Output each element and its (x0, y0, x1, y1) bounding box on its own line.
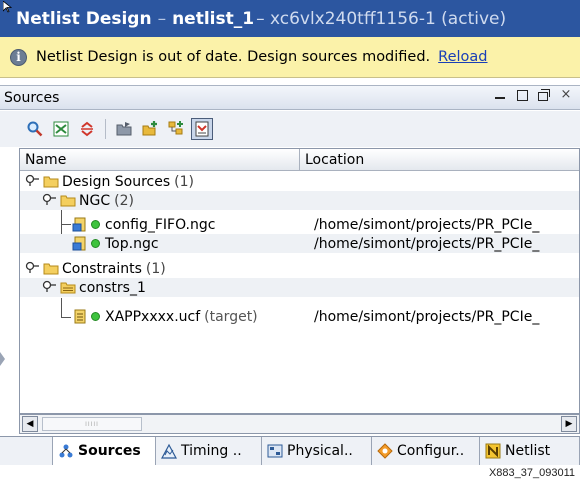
scroll-right-icon[interactable]: ▶ (561, 416, 577, 432)
close-icon[interactable]: × (560, 88, 572, 102)
tab-label: Sources (78, 443, 141, 459)
device-part: – xc6vlx240tff1156-1 (active) (256, 8, 507, 29)
tab-timing[interactable]: Timing .. (156, 437, 262, 465)
expand-toggle-icon[interactable] (25, 174, 41, 190)
panel-title: Sources (4, 89, 60, 106)
tree-row[interactable]: XAPPxxxx.ucf (target) /home/simont/proje… (20, 307, 579, 326)
tree-row[interactable]: Constraints (1) (20, 259, 579, 278)
tab-label: Physical.. (287, 443, 353, 459)
netlist-design-window: Netlist Design – netlist_1 – xc6vlx240tf… (0, 0, 580, 465)
maximize-icon[interactable] (516, 88, 528, 102)
resize-grip-icon[interactable] (0, 352, 5, 366)
row-name: Constraints (62, 260, 142, 277)
title-separator: – (157, 8, 167, 29)
table-header: Name Location (20, 149, 579, 171)
scroll-left-icon[interactable]: ◀ (22, 416, 38, 432)
add-sources-icon[interactable] (139, 118, 161, 140)
timing-tab-icon (161, 443, 177, 459)
row-name: NGC (79, 192, 111, 209)
sources-tree-table[interactable]: Name Location Design Sources (1) NGC (2)… (19, 148, 580, 414)
row-name: constrs_1 (79, 279, 146, 296)
tab-label: Timing .. (181, 443, 242, 459)
toolbar-separator (105, 119, 106, 139)
tab-label: Configur.. (397, 443, 465, 459)
bottom-tab-bar: Sources Timing .. Physical.. Configur.. … (0, 436, 580, 465)
ngc-file-icon (72, 236, 88, 252)
row-name: Design Sources (62, 173, 171, 190)
search-icon[interactable] (24, 118, 46, 140)
target-tag: (target) (204, 308, 258, 325)
sources-tab-icon (58, 443, 74, 459)
row-name: config_FIFO.ngc (105, 216, 216, 233)
sources-panel-header: Sources × (0, 85, 580, 110)
tab-netlist[interactable]: Netlist (480, 437, 580, 465)
tree-row[interactable]: NGC (2) (20, 191, 579, 210)
float-icon[interactable] (538, 88, 550, 102)
panel-window-controls: × (494, 88, 572, 102)
reload-link[interactable]: Reload (438, 49, 487, 65)
scrollbar-thumb[interactable]: IIIII (42, 417, 142, 431)
row-name: Top.ngc (105, 235, 159, 252)
info-icon: i (10, 48, 27, 66)
configuration-tab-icon (377, 443, 393, 459)
expand-all-icon[interactable] (76, 118, 98, 140)
tab-sources[interactable]: Sources (52, 437, 156, 465)
horizontal-scrollbar[interactable]: ◀ IIIII ▶ (19, 414, 580, 434)
status-dot-icon (91, 312, 100, 321)
tree-row[interactable]: Top.ngc /home/simont/projects/PR_PCIe_ (20, 234, 579, 253)
minimize-icon[interactable] (494, 88, 506, 102)
hierarchy-update-icon[interactable] (165, 118, 187, 140)
ucf-file-icon (72, 309, 88, 325)
expand-toggle-icon[interactable] (42, 193, 58, 209)
folder-icon (43, 174, 59, 190)
expand-toggle-icon[interactable] (25, 261, 41, 277)
window-title: Netlist Design (16, 8, 152, 29)
out-of-date-banner: i Netlist Design is out of date. Design … (0, 37, 580, 78)
tree-row[interactable]: constrs_1 (20, 278, 579, 297)
row-location: /home/simont/projects/PR_PCIe_ (314, 216, 540, 233)
ngc-file-icon (72, 217, 88, 233)
row-count: (1) (145, 260, 166, 277)
row-location: /home/simont/projects/PR_PCIe_ (314, 308, 540, 325)
column-name-header[interactable]: Name (20, 149, 300, 170)
sources-toolbar (0, 111, 580, 147)
status-dot-icon (91, 220, 100, 229)
constraint-set-icon (60, 280, 76, 296)
column-location-header[interactable]: Location (300, 149, 579, 170)
open-file-icon[interactable] (113, 118, 135, 140)
row-count: (2) (114, 192, 134, 209)
folder-icon (43, 261, 59, 277)
row-location: /home/simont/projects/PR_PCIe_ (314, 235, 540, 252)
netlist-tab-icon (485, 443, 501, 459)
collapse-all-icon[interactable] (50, 118, 72, 140)
tab-configuration[interactable]: Configur.. (372, 437, 480, 465)
folder-icon (60, 193, 76, 209)
figure-code: X883_37_093011 (488, 467, 575, 479)
row-count: (1) (174, 173, 195, 190)
tree-row[interactable]: Design Sources (1) (20, 172, 579, 191)
row-name: XAPPxxxx.ucf (105, 308, 201, 325)
show-files-icon[interactable] (191, 118, 213, 140)
netlist-name: netlist_1 (172, 8, 255, 29)
physical-tab-icon (267, 443, 283, 459)
tab-physical[interactable]: Physical.. (262, 437, 372, 465)
mouse-cursor-icon (3, 1, 12, 13)
expand-toggle-icon[interactable] (42, 280, 58, 296)
window-title-bar[interactable]: Netlist Design – netlist_1 – xc6vlx240tf… (0, 0, 580, 37)
tree-row[interactable]: config_FIFO.ngc /home/simont/projects/PR… (20, 215, 579, 234)
status-dot-icon (91, 239, 100, 248)
banner-message: Netlist Design is out of date. Design so… (36, 49, 431, 65)
tab-label: Netlist (505, 443, 551, 459)
